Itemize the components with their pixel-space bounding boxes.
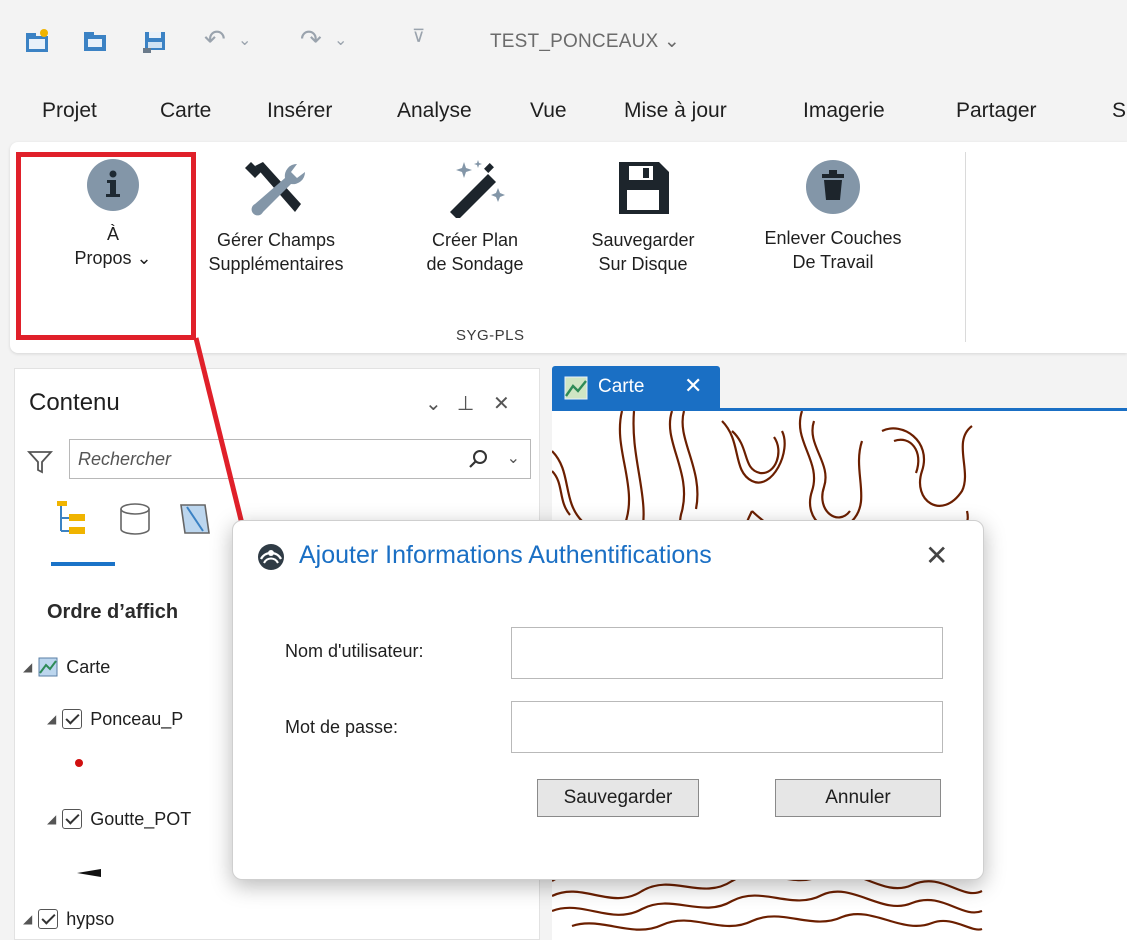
password-label: Mot de passe:	[285, 717, 399, 737]
open-project-icon[interactable]	[82, 28, 108, 54]
create-survey-plan-button[interactable]: Créer Plan de Sondage	[400, 158, 550, 318]
close-pane-icon[interactable]: ✕	[493, 391, 510, 416]
tab-carte[interactable]: Carte	[160, 99, 211, 123]
save-to-disk-button[interactable]: Sauvegarder Sur Disque	[568, 158, 718, 318]
tab-inserer[interactable]: Insérer	[267, 99, 332, 123]
about-button-highlight	[16, 152, 196, 340]
data-source-icon[interactable]	[117, 501, 153, 537]
close-tab-icon[interactable]: ✕	[684, 373, 702, 399]
dialog-close-icon[interactable]: ✕	[925, 539, 948, 572]
customize-toolbar-icon[interactable]: ⊽	[412, 26, 425, 47]
ribbon-tabs: Projet Carte Insérer Analyse Vue Mise à …	[0, 80, 1127, 142]
draw-order-heading: Ordre d’affich	[47, 601, 179, 623]
tab-map-view[interactable]: Carte ✕	[552, 366, 720, 410]
search-box: ⌄	[69, 439, 531, 479]
authentication-dialog: Ajouter Informations Authentifications ✕…	[232, 520, 984, 880]
map-icon	[38, 657, 58, 677]
drawing-order-icon[interactable]	[53, 499, 89, 539]
trash-icon	[806, 160, 860, 214]
undo-dropdown-icon[interactable]: ⌄	[238, 30, 251, 50]
layer-visibility-checkbox[interactable]	[38, 909, 59, 929]
username-field[interactable]	[511, 627, 943, 679]
line-symbol	[75, 863, 103, 884]
selection-view-icon[interactable]	[177, 501, 213, 537]
redo-dropdown-icon[interactable]: ⌄	[334, 30, 347, 50]
save-project-icon[interactable]	[142, 28, 168, 54]
layer-visibility-checkbox[interactable]	[62, 709, 83, 729]
tree-item-map[interactable]: ◢ Carte	[23, 657, 110, 678]
map-icon	[564, 376, 588, 400]
app-logo-icon	[258, 544, 284, 570]
remove-work-layers-label: Enlever Couches De Travail	[764, 228, 902, 272]
new-project-icon[interactable]	[24, 28, 50, 54]
active-view-indicator	[51, 562, 115, 566]
tab-projet[interactable]: Projet	[42, 99, 97, 123]
map-tab-label: Carte	[598, 376, 645, 397]
tab-overflow[interactable]: S	[1112, 99, 1126, 123]
ribbon-separator	[965, 152, 966, 342]
create-survey-plan-label: Créer Plan de Sondage	[426, 230, 524, 274]
point-symbol	[73, 753, 85, 774]
layer-visibility-checkbox[interactable]	[62, 809, 83, 829]
password-field[interactable]	[511, 701, 943, 753]
save-to-disk-label: Sauvegarder Sur Disque	[591, 230, 695, 274]
redo-icon[interactable]: ↷	[300, 24, 322, 54]
search-icon[interactable]	[468, 448, 490, 470]
search-options-icon[interactable]: ⌄	[507, 448, 520, 468]
expand-triangle-icon[interactable]: ◢	[23, 660, 32, 674]
pane-options-icon[interactable]: ⌄	[425, 391, 442, 416]
magic-wand-icon	[450, 160, 505, 218]
pin-icon[interactable]: ⊥	[457, 391, 474, 416]
tree-item-hypso[interactable]: ◢ hypso	[23, 909, 114, 930]
filter-icon[interactable]	[27, 449, 53, 475]
dialog-title: Ajouter Informations Authentifications	[299, 541, 712, 569]
expand-triangle-icon[interactable]: ◢	[47, 712, 56, 726]
tab-analyse[interactable]: Analyse	[397, 99, 472, 123]
expand-triangle-icon[interactable]: ◢	[23, 912, 32, 926]
ribbon-group-label: SYG-PLS	[456, 327, 525, 344]
undo-icon[interactable]: ↶	[204, 24, 226, 54]
cancel-button[interactable]: Annuler	[775, 779, 941, 817]
tab-imagerie[interactable]: Imagerie	[803, 99, 885, 123]
search-input[interactable]	[78, 444, 438, 474]
tab-partager[interactable]: Partager	[956, 99, 1037, 123]
quick-access-toolbar: ↶ ⌄ ↷ ⌄ ⊽ TEST_PONCEAUX ⌄	[0, 0, 1127, 80]
tab-vue[interactable]: Vue	[530, 99, 567, 123]
tools-icon	[245, 162, 306, 216]
remove-work-layers-button[interactable]: Enlever Couches De Travail	[738, 158, 928, 318]
manage-fields-button[interactable]: Gérer Champs Supplémentaires	[188, 158, 364, 318]
floppy-disk-icon	[619, 162, 669, 214]
tab-mise-a-jour[interactable]: Mise à jour	[624, 99, 727, 123]
project-title[interactable]: TEST_PONCEAUX ⌄	[490, 30, 680, 53]
tree-item-goutte[interactable]: ◢ Goutte_POT	[47, 809, 191, 830]
username-label: Nom d'utilisateur:	[285, 641, 424, 661]
save-button[interactable]: Sauvegarder	[537, 779, 699, 817]
tree-item-ponceau[interactable]: ◢ Ponceau_P	[47, 709, 183, 730]
red-point-symbol-icon	[75, 759, 83, 767]
expand-triangle-icon[interactable]: ◢	[47, 812, 56, 826]
manage-fields-label: Gérer Champs Supplémentaires	[208, 230, 344, 274]
contents-title: Contenu	[29, 389, 120, 416]
arrow-line-symbol-icon	[77, 869, 101, 877]
